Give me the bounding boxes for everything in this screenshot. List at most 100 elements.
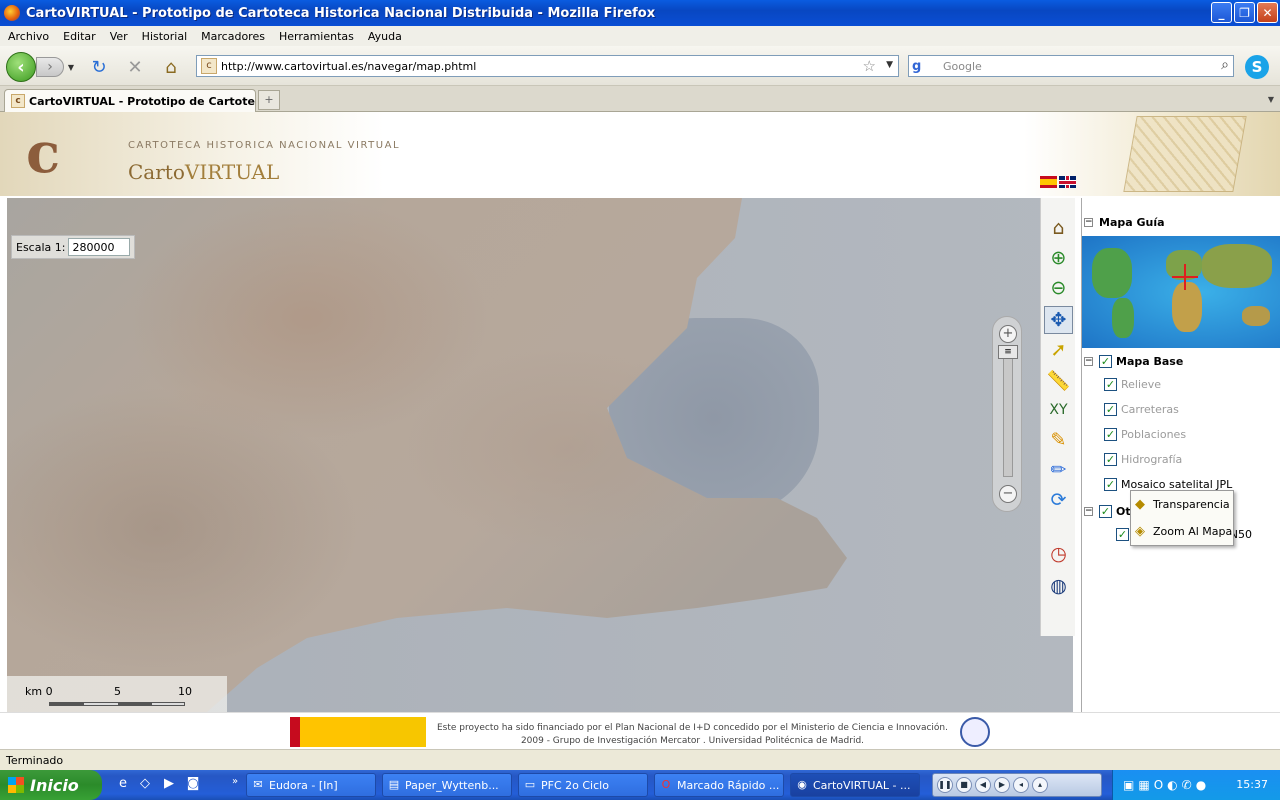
- otros-checkbox[interactable]: ✓: [1099, 505, 1112, 518]
- menu-herramientas[interactable]: Herramientas: [279, 30, 354, 43]
- close-button[interactable]: ✕: [1257, 2, 1278, 23]
- gobierno-espana-logo: [290, 717, 370, 747]
- reload-icon[interactable]: ↻: [88, 56, 110, 78]
- ie-quicklaunch-icon[interactable]: e: [114, 776, 132, 794]
- site-subtitle: CARTOTECA HISTORICA NACIONAL VIRTUAL: [128, 140, 401, 151]
- context-menu-transparencia[interactable]: ◆ Transparencia: [1131, 491, 1233, 518]
- media-volume-icon[interactable]: ◂: [1013, 777, 1029, 793]
- zoom-slider[interactable]: + ≡ −: [992, 316, 1022, 512]
- home-view-icon[interactable]: ⌂: [1044, 214, 1073, 242]
- menu-ver[interactable]: Ver: [110, 30, 128, 43]
- coordinates-tool-icon[interactable]: XY: [1044, 396, 1073, 424]
- refresh-tool-icon[interactable]: ⟳: [1044, 486, 1073, 514]
- start-button[interactable]: Inicio: [0, 770, 102, 800]
- english-flag-icon[interactable]: [1059, 176, 1076, 188]
- tab-cartovirtual[interactable]: c CartoVIRTUAL - Prototipo de Cartote...: [4, 89, 256, 113]
- task-eudora[interactable]: ✉ Eudora - [In]: [246, 773, 376, 797]
- context-menu-zoom[interactable]: ◈ Zoom Al Mapa: [1131, 518, 1233, 545]
- zoom-in-icon[interactable]: +: [999, 325, 1017, 343]
- info-tool-icon[interactable]: ➚: [1044, 336, 1073, 364]
- status-bar: Terminado: [0, 749, 1280, 770]
- otros-header[interactable]: − ✓ Otr: [1084, 505, 1136, 518]
- task-paper[interactable]: ▤ Paper_Wyttenb...: [382, 773, 512, 797]
- task-pfc[interactable]: ▭ PFC 2o Ciclo: [518, 773, 648, 797]
- menu-marcadores[interactable]: Marcadores: [201, 30, 265, 43]
- layer-hidrografia[interactable]: ✓ Hidrografía: [1104, 453, 1182, 466]
- collapse-icon[interactable]: −: [1084, 507, 1093, 516]
- spanish-flag-icon[interactable]: [1040, 176, 1057, 188]
- mapa-base-checkbox[interactable]: ✓: [1099, 355, 1112, 368]
- menu-archivo[interactable]: Archivo: [8, 30, 49, 43]
- menu-historial[interactable]: Historial: [142, 30, 187, 43]
- zoom-out-tool-icon[interactable]: ⊖: [1044, 274, 1073, 302]
- media-expand-icon[interactable]: ▴: [1032, 777, 1048, 793]
- scale-input[interactable]: [68, 238, 131, 256]
- search-icon[interactable]: ⌕: [1221, 57, 1229, 73]
- layer-checkbox[interactable]: ✓: [1104, 378, 1117, 391]
- minimize-button[interactable]: _: [1211, 2, 1232, 23]
- phone-icon[interactable]: ✆: [1182, 778, 1192, 792]
- pan-tool-icon[interactable]: ✥: [1044, 306, 1073, 334]
- home-icon[interactable]: ⌂: [160, 56, 182, 78]
- history-tool-icon[interactable]: ◷: [1044, 540, 1073, 568]
- url-bar[interactable]: c http://www.cartovirtual.es/navegar/map…: [196, 55, 899, 77]
- layer-checkbox[interactable]: ✓: [1104, 478, 1117, 491]
- zoom-in-tool-icon[interactable]: ⊕: [1044, 244, 1073, 272]
- scale-label: Escala 1:: [16, 240, 66, 254]
- layer-poblaciones[interactable]: ✓ Poblaciones: [1104, 428, 1186, 441]
- search-input[interactable]: g Google ⌕: [908, 55, 1234, 77]
- security-icon[interactable]: ◐: [1167, 778, 1177, 792]
- site-header: c CARTOTECA HISTORICA NACIONAL VIRTUAL C…: [0, 112, 1280, 196]
- task-firefox[interactable]: ◉ CartoVIRTUAL - ...: [790, 773, 920, 797]
- mapa-base-header[interactable]: − ✓ Mapa Base: [1084, 355, 1183, 368]
- zoom-out-icon[interactable]: −: [999, 485, 1017, 503]
- media-prev-icon[interactable]: ◀: [975, 777, 991, 793]
- network-icon[interactable]: ▣: [1123, 778, 1134, 792]
- collapse-icon[interactable]: −: [1084, 357, 1093, 366]
- zoom-handle[interactable]: ≡: [998, 345, 1018, 359]
- maximize-button[interactable]: ❐: [1234, 2, 1255, 23]
- page-content: c CARTOTECA HISTORICA NACIONAL VIRTUAL C…: [0, 112, 1280, 749]
- collapse-icon[interactable]: −: [1084, 218, 1093, 227]
- url-dropdown-icon[interactable]: ▼: [886, 60, 893, 70]
- back-button[interactable]: ‹: [6, 52, 36, 82]
- edit-tool-icon[interactable]: ✏: [1044, 456, 1073, 484]
- new-tab-button[interactable]: +: [258, 90, 280, 110]
- tab-list-dropdown-icon[interactable]: ▼: [1264, 90, 1278, 110]
- layer-checkbox[interactable]: ✓: [1116, 528, 1129, 541]
- map-continent: [1092, 248, 1132, 298]
- history-dropdown-icon[interactable]: ▼: [64, 57, 78, 77]
- media-quicklaunch-icon[interactable]: ▶: [160, 776, 178, 794]
- quicklaunch-icon[interactable]: ◇: [136, 776, 154, 794]
- media-stop-icon[interactable]: ■: [956, 777, 972, 793]
- bookmark-star-icon[interactable]: ☆: [863, 57, 876, 75]
- measure-tool-icon[interactable]: 📏: [1044, 366, 1073, 394]
- menu-ayuda[interactable]: Ayuda: [368, 30, 402, 43]
- globe-tool-icon[interactable]: ◍: [1044, 572, 1073, 600]
- overview-map[interactable]: [1082, 236, 1280, 348]
- layer-context-menu: ◆ Transparencia ◈ Zoom Al Mapa: [1130, 490, 1234, 546]
- layer-checkbox[interactable]: ✓: [1104, 453, 1117, 466]
- media-pause-icon[interactable]: ❚❚: [937, 777, 953, 793]
- media-next-icon[interactable]: ▶: [994, 777, 1010, 793]
- map-view[interactable]: Escala 1: + ≡ − km 0 5 10: [7, 198, 1073, 712]
- camera-quicklaunch-icon[interactable]: ◙: [184, 776, 202, 794]
- task-opera[interactable]: O Marcado Rápido ...: [654, 773, 784, 797]
- layer-carreteras[interactable]: ✓ Carreteras: [1104, 403, 1179, 416]
- paint-tool-icon[interactable]: ✎: [1044, 426, 1073, 454]
- zoom-track[interactable]: [1003, 351, 1013, 477]
- google-icon[interactable]: g: [912, 59, 928, 75]
- layer-relieve[interactable]: ✓ Relieve: [1104, 378, 1161, 391]
- quicklaunch-more-icon[interactable]: »: [226, 776, 244, 794]
- stop-icon[interactable]: ✕: [124, 56, 146, 78]
- menu-editar[interactable]: Editar: [63, 30, 96, 43]
- scale-bar-end: 10: [178, 685, 192, 698]
- layer-checkbox[interactable]: ✓: [1104, 403, 1117, 416]
- skype-icon[interactable]: S: [1245, 55, 1269, 79]
- opera-tray-icon[interactable]: O: [1154, 778, 1163, 792]
- display-icon[interactable]: ▦: [1138, 778, 1149, 792]
- layer-checkbox[interactable]: ✓: [1104, 428, 1117, 441]
- mapa-guia-header[interactable]: − Mapa Guía: [1084, 216, 1165, 229]
- forward-button[interactable]: ›: [36, 57, 64, 77]
- update-icon[interactable]: ●: [1196, 778, 1206, 792]
